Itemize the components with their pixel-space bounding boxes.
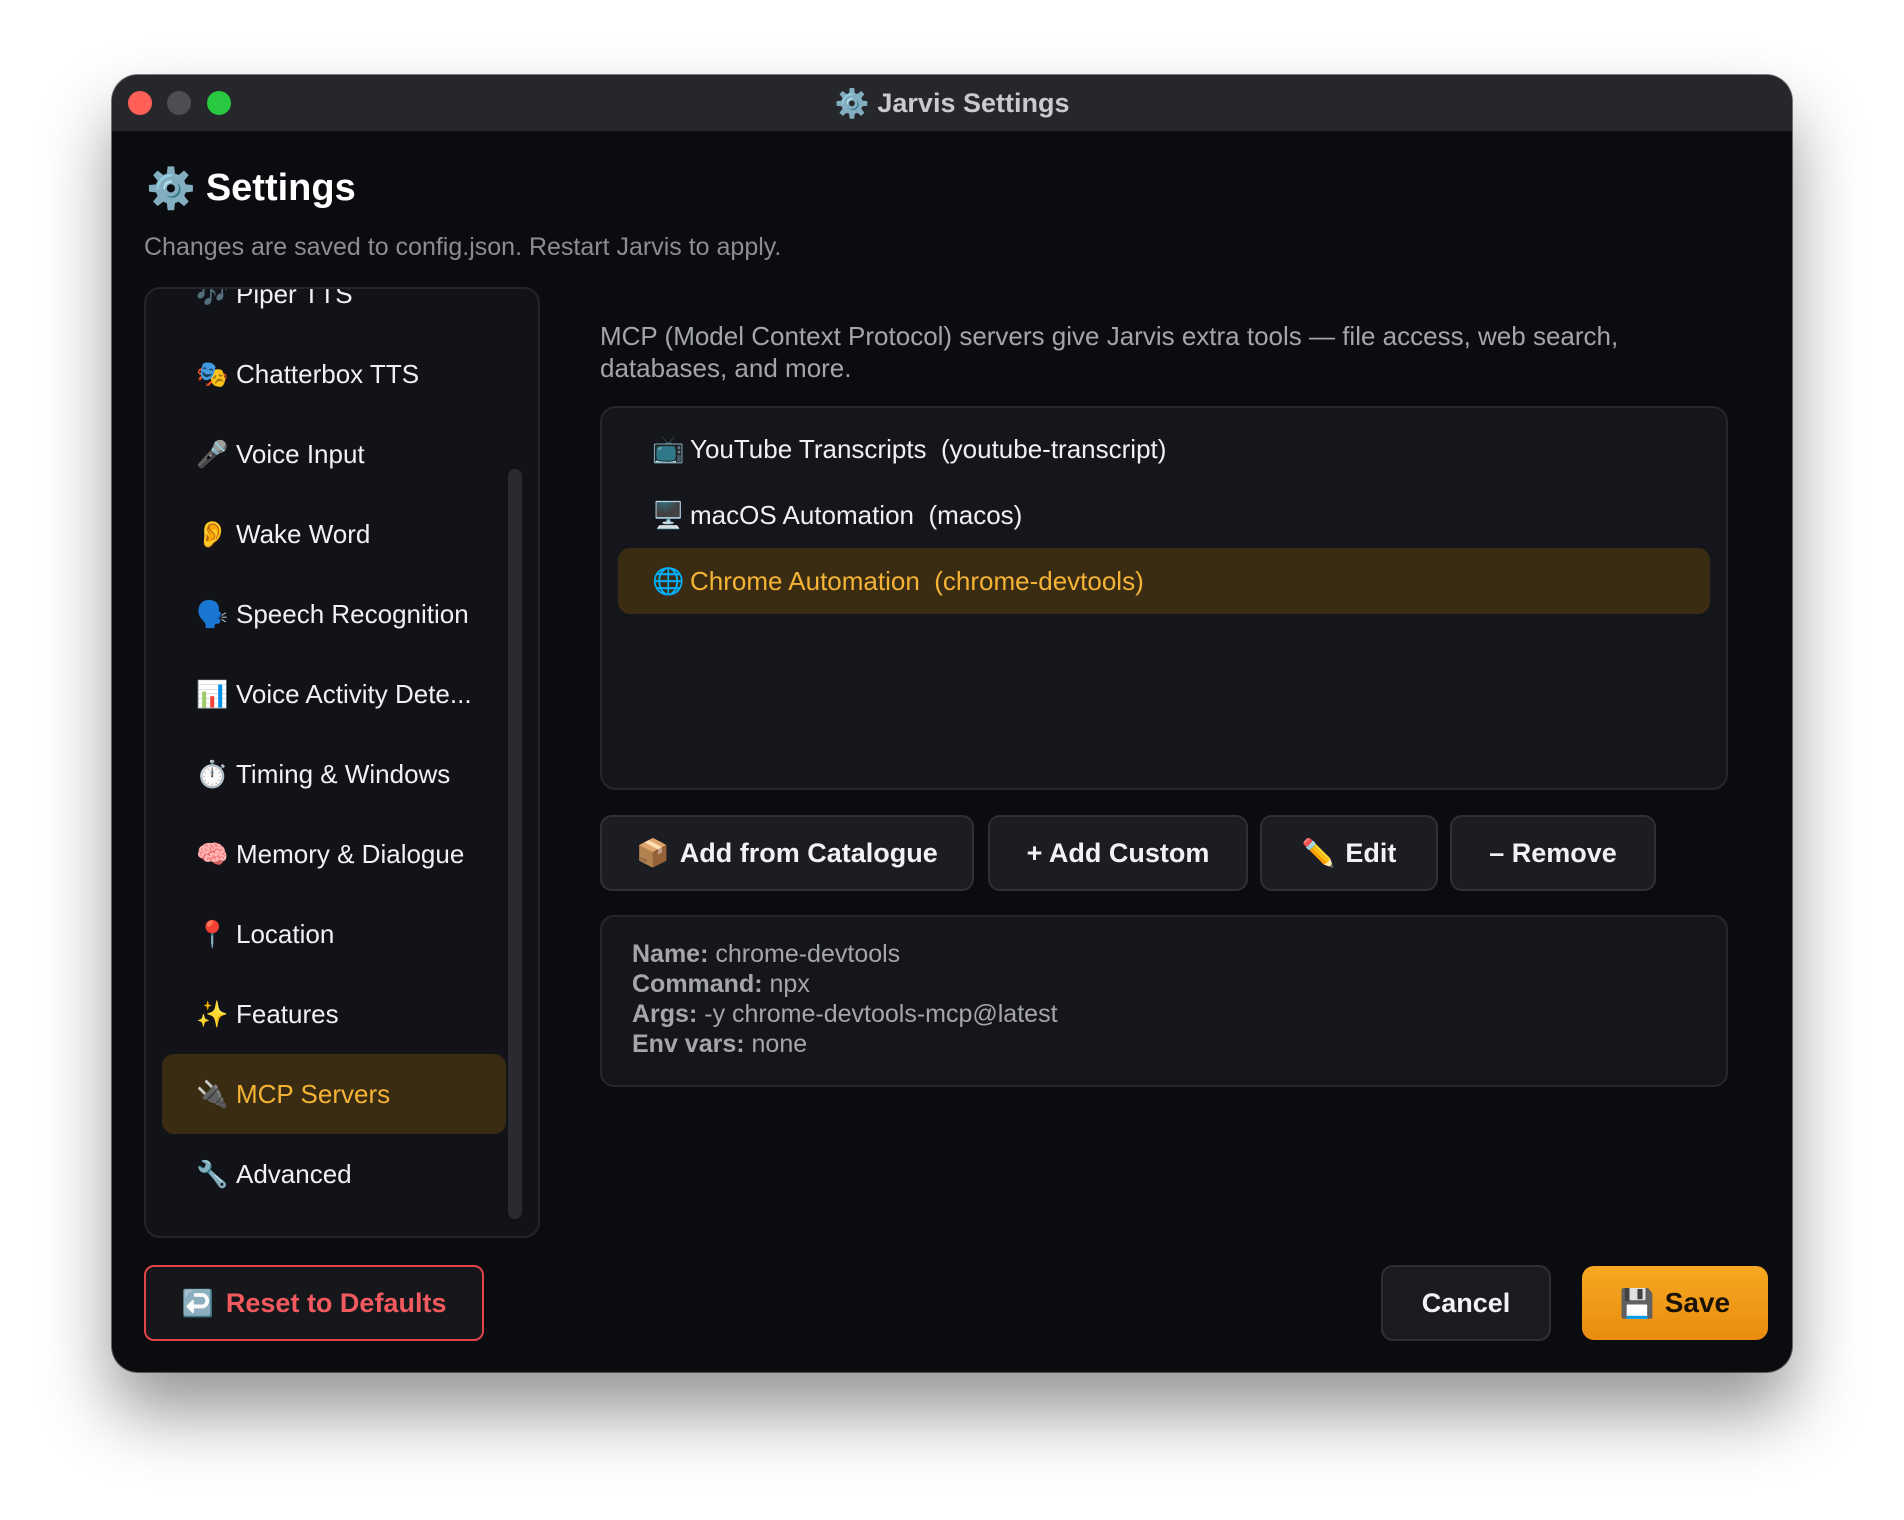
detail-command-row: Command: npx [632, 969, 1726, 999]
sidebar-item-piper-tts[interactable]: 🎶 Piper TTS [162, 287, 506, 334]
reset-to-defaults-button[interactable]: ↩️ Reset to Defaults [144, 1265, 484, 1341]
pencil-icon: ✏️ [1301, 838, 1336, 868]
sparkles-icon: ✨ [196, 998, 229, 1029]
page-title: ⚙️ Settings [146, 165, 356, 212]
sidebar-item-label: Voice Input [236, 438, 365, 469]
server-item-label: Chrome Automation (chrome-devtools) [690, 565, 1144, 596]
sidebar-item-advanced[interactable]: 🔧 Advanced [162, 1134, 506, 1214]
mcp-description: MCP (Model Context Protocol) servers giv… [600, 321, 1619, 383]
page-title-text: Settings [205, 167, 356, 209]
plug-icon: 🔌 [196, 1078, 229, 1109]
sidebar-item-voice-activity-detection[interactable]: 📊 Voice Activity Dete... [162, 654, 506, 734]
page-subtitle: Changes are saved to config.json. Restar… [144, 233, 782, 261]
sidebar-item-label: Wake Word [236, 518, 371, 549]
map-pin-icon: 📍 [196, 918, 229, 949]
package-icon: 📦 [636, 838, 670, 868]
sidebar-nav-list: 🎶 Piper TTS 🎭 Chatterbox TTS 🎤 Voice Inp… [162, 287, 506, 1214]
server-item-label: YouTube Transcripts (youtube-transcript) [690, 433, 1167, 464]
detail-name-row: Name: chrome-devtools [632, 939, 1726, 969]
sidebar-item-features[interactable]: ✨ Features [162, 974, 506, 1054]
ear-icon: 👂 [196, 518, 229, 549]
sidebar-item-voice-input[interactable]: 🎤 Voice Input [162, 414, 506, 494]
sidebar-item-label: Advanced [236, 1158, 352, 1189]
server-item-youtube-transcript[interactable]: 📺 YouTube Transcripts (youtube-transcrip… [618, 416, 1710, 482]
server-item-label: macOS Automation (macos) [690, 499, 1023, 530]
sidebar-item-label: Piper TTS [236, 287, 353, 309]
window-title-text: Jarvis Settings [877, 87, 1070, 118]
server-item-macos[interactable]: 🖥️ macOS Automation (macos) [618, 482, 1710, 548]
television-icon: 📺 [652, 433, 685, 464]
detail-command-value: npx [769, 970, 810, 998]
sidebar-item-label: Chatterbox TTS [236, 358, 420, 389]
detail-env-value: none [751, 1030, 808, 1058]
add-from-catalogue-button[interactable]: 📦 Add from Catalogue [600, 815, 974, 891]
sidebar-item-label: Timing & Windows [236, 758, 451, 789]
gear-icon: ⚙️ [834, 87, 870, 119]
sidebar-item-label: Memory & Dialogue [236, 838, 465, 869]
save-button[interactable]: 💾 Save [1582, 1266, 1768, 1340]
sidebar-item-label: Speech Recognition [236, 598, 469, 629]
add-custom-button[interactable]: + Add Custom [988, 815, 1248, 891]
sidebar-item-location[interactable]: 📍 Location [162, 894, 506, 974]
detail-name-label: Name: [632, 940, 709, 968]
cancel-button[interactable]: Cancel [1381, 1265, 1551, 1341]
detail-args-label: Args: [632, 1000, 698, 1028]
add-from-catalogue-label: Add from Catalogue [679, 837, 938, 868]
save-label: Save [1664, 1287, 1731, 1318]
detail-env-label: Env vars: [632, 1030, 745, 1058]
music-notes-icon: 🎶 [196, 287, 229, 309]
detail-name-value: chrome-devtools [715, 940, 901, 968]
settings-window: ⚙️ Jarvis Settings ⚙️ Settings Changes a… [112, 75, 1792, 1372]
sidebar-scrollbar[interactable] [508, 469, 522, 1219]
sidebar-item-timing-windows[interactable]: ⏱️ Timing & Windows [162, 734, 506, 814]
window-title: ⚙️ Jarvis Settings [112, 75, 1792, 131]
mcp-server-list[interactable]: 📺 YouTube Transcripts (youtube-transcrip… [600, 406, 1728, 790]
sidebar-item-label: Voice Activity Dete... [236, 678, 472, 709]
settings-sidebar[interactable]: 🎶 Piper TTS 🎭 Chatterbox TTS 🎤 Voice Inp… [144, 287, 540, 1238]
speaking-head-icon: 🗣️ [196, 598, 229, 629]
desktop-computer-icon: 🖥️ [652, 499, 685, 530]
reset-label: Reset to Defaults [225, 1287, 447, 1318]
edit-label: Edit [1345, 837, 1397, 868]
sidebar-item-speech-recognition[interactable]: 🗣️ Speech Recognition [162, 574, 506, 654]
server-item-chrome-devtools[interactable]: 🌐 Chrome Automation (chrome-devtools) [618, 548, 1710, 614]
floppy-disk-icon: 💾 [1619, 1287, 1655, 1319]
sidebar-item-mcp-servers[interactable]: 🔌 MCP Servers [162, 1054, 506, 1134]
remove-button[interactable]: – Remove [1450, 815, 1656, 891]
edit-button[interactable]: ✏️ Edit [1260, 815, 1438, 891]
server-details: Name: chrome-devtools Command: npx Args:… [600, 915, 1728, 1087]
brain-icon: 🧠 [196, 838, 229, 869]
sidebar-item-label: MCP Servers [236, 1078, 391, 1109]
undo-arrow-icon: ↩️ [181, 1287, 214, 1318]
stopwatch-icon: ⏱️ [196, 758, 229, 789]
sidebar-item-label: Features [236, 998, 339, 1029]
sidebar-item-label: Location [236, 918, 335, 949]
sidebar-item-memory-dialogue[interactable]: 🧠 Memory & Dialogue [162, 814, 506, 894]
bar-chart-icon: 📊 [196, 678, 229, 709]
wrench-icon: 🔧 [196, 1158, 229, 1189]
detail-env-row: Env vars: none [632, 1029, 1726, 1059]
detail-command-label: Command: [632, 970, 763, 998]
sidebar-item-wake-word[interactable]: 👂 Wake Word [162, 494, 506, 574]
gear-icon: ⚙️ [146, 167, 196, 211]
detail-args-value: -y chrome-devtools-mcp@latest [704, 1000, 1058, 1028]
theater-masks-icon: 🎭 [196, 358, 229, 389]
title-bar[interactable]: ⚙️ Jarvis Settings [112, 75, 1792, 132]
detail-args-row: Args: -y chrome-devtools-mcp@latest [632, 999, 1726, 1029]
globe-icon: 🌐 [652, 565, 685, 596]
sidebar-item-chatterbox-tts[interactable]: 🎭 Chatterbox TTS [162, 334, 506, 414]
microphone-icon: 🎤 [196, 438, 229, 469]
